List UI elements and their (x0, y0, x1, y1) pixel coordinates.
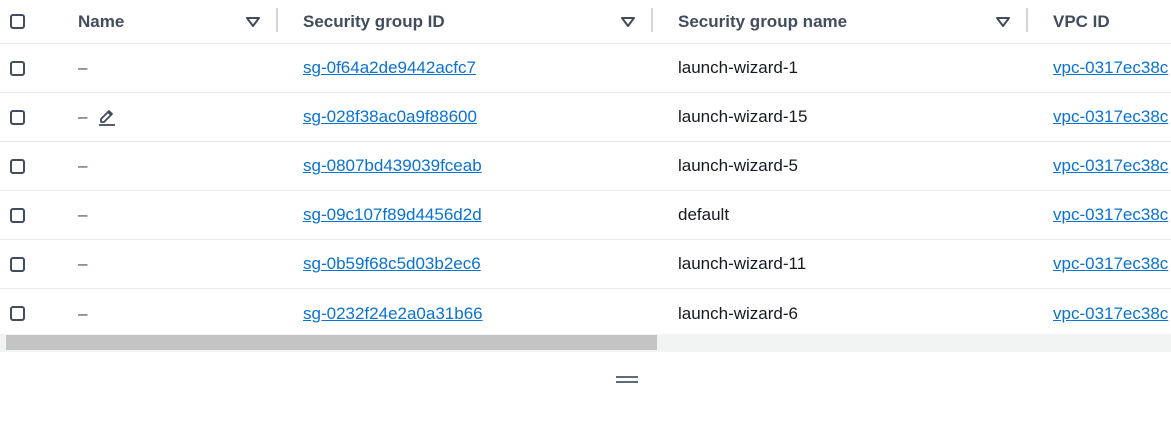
vpc-id-link[interactable]: vpc-0317ec38c (1053, 254, 1168, 274)
column-header-label: VPC ID (1053, 11, 1110, 31)
vpc-id-cell: vpc-0317ec38c (1053, 289, 1171, 338)
vpc-id-link[interactable]: vpc-0317ec38c (1053, 304, 1168, 324)
table-row[interactable]: – sg-0232f24e2a0a31b66 launch-wizard-6 v… (0, 289, 1171, 338)
vpc-id-link[interactable]: vpc-0317ec38c (1053, 58, 1168, 78)
vpc-id-cell: vpc-0317ec38c (1053, 93, 1171, 141)
vpc-id-cell: vpc-0317ec38c (1053, 191, 1171, 239)
table-header-row: Name Security group ID Security group na… (0, 0, 1171, 44)
sg-name-value: launch-wizard-11 (678, 254, 807, 273)
vpc-id-cell: vpc-0317ec38c (1053, 142, 1171, 190)
row-checkbox[interactable] (10, 256, 25, 272)
row-checkbox[interactable] (10, 207, 25, 223)
sg-name-cell: default (678, 191, 1018, 239)
caret-down-icon[interactable] (244, 13, 262, 31)
row-checkbox[interactable] (10, 306, 25, 321)
row-select-cell (10, 289, 30, 338)
sg-name-value: launch-wizard-1 (678, 58, 798, 77)
name-cell: – (78, 191, 268, 239)
sg-id-cell: sg-0f64a2de9442acfc7 (303, 44, 643, 92)
scrollbar-thumb[interactable] (6, 335, 657, 350)
row-select-cell (10, 44, 30, 92)
name-cell: – (78, 44, 268, 92)
name-value: – (78, 254, 88, 273)
sg-id-link[interactable]: sg-0f64a2de9442acfc7 (303, 58, 476, 78)
sg-name-value: launch-wizard-6 (678, 303, 798, 323)
vpc-id-link[interactable]: vpc-0317ec38c (1053, 156, 1168, 176)
column-header-security-group-name[interactable]: Security group name (678, 0, 1018, 43)
row-checkbox[interactable] (10, 60, 25, 76)
vpc-id-cell: vpc-0317ec38c (1053, 44, 1171, 92)
row-select-cell (10, 240, 30, 288)
sg-id-link[interactable]: sg-0b59f68c5d03b2ec6 (303, 254, 481, 274)
table-row[interactable]: – sg-0b59f68c5d03b2ec6 launch-wizard-11 … (0, 240, 1171, 289)
column-header-label: Security group name (678, 11, 848, 31)
sg-id-link[interactable]: sg-09c107f89d4456d2d (303, 205, 482, 225)
row-checkbox[interactable] (10, 109, 25, 125)
sg-id-cell: sg-09c107f89d4456d2d (303, 191, 643, 239)
table-row[interactable]: – sg-09c107f89d4456d2d default vpc-0317e… (0, 191, 1171, 240)
column-header-security-group-id[interactable]: Security group ID (303, 0, 643, 43)
table-row[interactable]: – sg-028f38ac0a9f88600 launch-wizard-15 … (0, 93, 1171, 142)
row-select-cell (10, 191, 30, 239)
sg-name-cell: launch-wizard-1 (678, 44, 1018, 92)
select-all-checkbox[interactable] (10, 14, 25, 29)
column-divider[interactable] (651, 8, 653, 32)
vpc-id-link[interactable]: vpc-0317ec38c (1053, 205, 1168, 225)
column-header-label: Name (78, 11, 125, 31)
horizontal-scrollbar[interactable] (0, 334, 1171, 352)
row-checkbox[interactable] (10, 158, 25, 174)
sg-id-link[interactable]: sg-0232f24e2a0a31b66 (303, 304, 483, 324)
column-header-label: Security group ID (303, 11, 445, 31)
name-value: – (78, 205, 88, 224)
sg-id-link[interactable]: sg-028f38ac0a9f88600 (303, 107, 477, 127)
name-value: – (78, 156, 88, 175)
sg-id-cell: sg-028f38ac0a9f88600 (303, 93, 643, 141)
name-value: – (78, 303, 88, 323)
name-value: – (78, 107, 88, 126)
sg-id-link[interactable]: sg-0807bd439039fceab (303, 156, 482, 176)
pencil-icon[interactable] (97, 107, 117, 127)
column-header-name[interactable]: Name (78, 0, 268, 43)
sg-name-value: default (678, 205, 730, 224)
sg-id-cell: sg-0b59f68c5d03b2ec6 (303, 240, 643, 288)
sg-name-cell: launch-wizard-5 (678, 142, 1018, 190)
sg-name-value: launch-wizard-5 (678, 156, 798, 175)
name-cell: – (78, 93, 268, 141)
caret-down-icon[interactable] (619, 13, 637, 31)
select-all-cell (10, 0, 30, 43)
name-cell: – (78, 240, 268, 288)
name-cell: – (78, 142, 268, 190)
column-header-vpc-id[interactable]: VPC ID (1053, 0, 1171, 43)
sg-id-cell: sg-0232f24e2a0a31b66 (303, 289, 643, 338)
row-select-cell (10, 93, 30, 141)
table-row[interactable]: – sg-0f64a2de9442acfc7 launch-wizard-1 v… (0, 44, 1171, 93)
name-value: – (78, 58, 88, 77)
sg-name-cell: launch-wizard-11 (678, 240, 1018, 288)
column-divider[interactable] (1026, 8, 1028, 32)
sg-name-value: launch-wizard-15 (678, 107, 808, 126)
security-groups-table: Name Security group ID Security group na… (0, 0, 1171, 352)
caret-down-icon[interactable] (994, 13, 1012, 31)
vpc-id-link[interactable]: vpc-0317ec38c (1053, 107, 1168, 127)
sg-name-cell: launch-wizard-6 (678, 289, 1018, 338)
table-row[interactable]: – sg-0807bd439039fceab launch-wizard-5 v… (0, 142, 1171, 191)
row-select-cell (10, 142, 30, 190)
vpc-id-cell: vpc-0317ec38c (1053, 240, 1171, 288)
sg-name-cell: launch-wizard-15 (678, 93, 1018, 141)
name-cell: – (78, 289, 268, 338)
sg-id-cell: sg-0807bd439039fceab (303, 142, 643, 190)
drag-handle-icon[interactable] (616, 376, 638, 384)
column-divider[interactable] (276, 8, 278, 32)
